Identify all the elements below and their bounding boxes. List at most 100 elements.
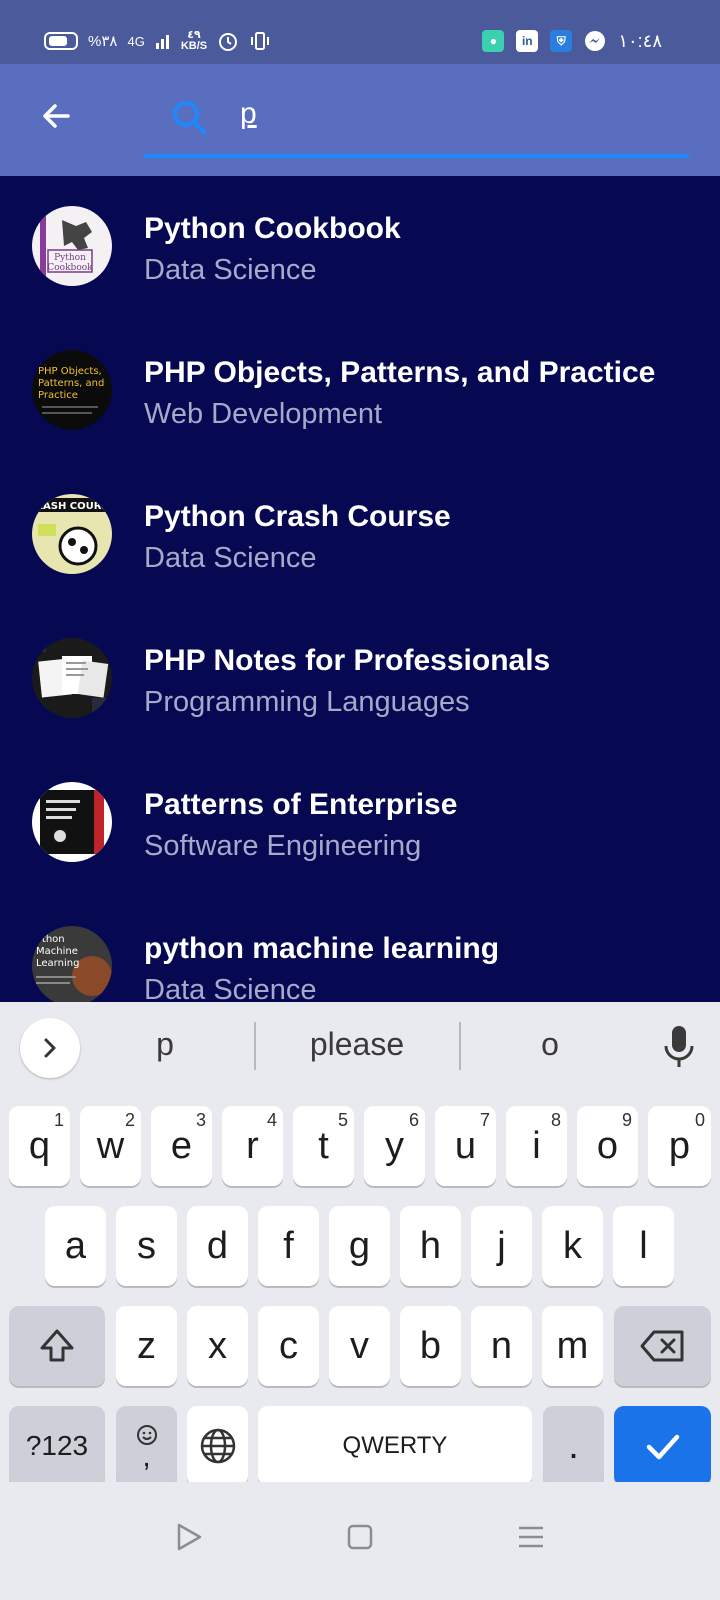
menu-icon[interactable]: [516, 1522, 546, 1552]
done-key[interactable]: [614, 1406, 711, 1486]
checkmark-icon: [646, 1434, 679, 1460]
list-item[interactable]: ython Machine Learning python machine le…: [0, 896, 720, 1002]
back-button[interactable]: [34, 94, 78, 138]
navigation-bar: [0, 1482, 720, 1600]
net-speed-unit: KB/S: [180, 40, 208, 52]
key-d[interactable]: d: [187, 1206, 248, 1286]
key-e[interactable]: e3: [151, 1106, 212, 1186]
home-square-icon[interactable]: [345, 1522, 375, 1552]
key-w[interactable]: w2: [80, 1106, 141, 1186]
key-hint: 2: [124, 1110, 135, 1130]
suggestion-3[interactable]: o: [500, 1026, 600, 1063]
key-v[interactable]: v: [329, 1306, 390, 1386]
key-char: b: [419, 1324, 442, 1367]
status-left: %٣٨ 4G ٤٩ KB/S: [44, 30, 271, 52]
key-char: l: [639, 1224, 648, 1267]
key-char: s: [137, 1224, 156, 1267]
key-l[interactable]: l: [613, 1206, 674, 1286]
space-key[interactable]: QWERTY: [258, 1406, 532, 1486]
expand-toolbar-button[interactable]: [20, 1018, 80, 1078]
key-char: t: [318, 1124, 329, 1167]
book-cover: [32, 638, 112, 718]
key-n[interactable]: n: [471, 1306, 532, 1386]
key-r[interactable]: r4: [222, 1106, 283, 1186]
battery-text: %٣٨: [88, 33, 118, 50]
symbols-key[interactable]: ?123: [9, 1406, 105, 1486]
svg-text:Python: Python: [54, 253, 86, 263]
key-hint: 3: [195, 1110, 206, 1130]
search-bar[interactable]: [144, 86, 689, 158]
key-s[interactable]: s: [116, 1206, 177, 1286]
search-input[interactable]: [240, 92, 660, 136]
key-char: c: [279, 1324, 298, 1367]
key-char: h: [419, 1224, 442, 1267]
shift-icon: [40, 1329, 74, 1362]
list-item[interactable]: Patterns of Enterprise Software Engineer…: [0, 752, 720, 896]
key-hint: 6: [408, 1110, 419, 1130]
key-hint: 8: [550, 1110, 561, 1130]
key-c[interactable]: c: [258, 1306, 319, 1386]
key-hint: 9: [621, 1110, 632, 1130]
key-char: i: [532, 1124, 541, 1167]
key-char: d: [206, 1224, 229, 1267]
linkedin-icon: in: [516, 30, 539, 52]
key-t[interactable]: t5: [293, 1106, 354, 1186]
list-item[interactable]: Python Cookbook Python Cookbook Data Sci…: [0, 176, 720, 320]
key-o[interactable]: o9: [577, 1106, 638, 1186]
key-j[interactable]: j: [471, 1206, 532, 1286]
globe-icon: [200, 1428, 235, 1464]
messenger-icon: [585, 31, 606, 51]
key-u[interactable]: u7: [435, 1106, 496, 1186]
emoji-comma-key[interactable]: ,: [116, 1406, 177, 1486]
list-item[interactable]: RASH COURS Python Crash Course Data Scie…: [0, 464, 720, 608]
key-char: y: [385, 1124, 404, 1167]
key-z[interactable]: z: [116, 1306, 177, 1386]
list-item[interactable]: PHP Objects, Patterns, and Practice PHP …: [0, 320, 720, 464]
language-key[interactable]: [187, 1406, 248, 1486]
vibrate-icon: [251, 32, 270, 50]
security-shield-icon: ⛨: [550, 30, 573, 52]
suggestion-divider: [254, 1022, 256, 1070]
backspace-icon: [640, 1330, 683, 1362]
book-cover: [32, 782, 112, 862]
item-category: Software Engineering: [144, 830, 422, 862]
period-key[interactable]: .: [543, 1406, 604, 1486]
key-f[interactable]: f: [258, 1206, 319, 1286]
results-list[interactable]: Python Cookbook Python Cookbook Data Sci…: [0, 176, 720, 1002]
key-y[interactable]: y6: [364, 1106, 425, 1186]
key-q[interactable]: q1: [9, 1106, 70, 1186]
key-char: z: [137, 1324, 156, 1367]
suggestion-1[interactable]: p: [120, 1026, 210, 1063]
suggestion-2[interactable]: please: [270, 1026, 444, 1063]
svg-text:Cookbook: Cookbook: [47, 263, 93, 273]
item-title: Python Crash Course: [144, 500, 451, 533]
key-p[interactable]: p0: [648, 1106, 711, 1186]
key-h[interactable]: h: [400, 1206, 461, 1286]
item-category: Web Development: [144, 398, 383, 430]
key-m[interactable]: m: [542, 1306, 603, 1386]
search-icon: [173, 101, 207, 135]
key-g[interactable]: g: [329, 1206, 390, 1286]
alarm-icon: [219, 33, 238, 51]
key-char: m: [556, 1324, 589, 1367]
key-i[interactable]: i8: [506, 1106, 567, 1186]
item-title: python machine learning: [144, 932, 500, 965]
svg-text:Machine: Machine: [36, 946, 78, 957]
svg-text:Learning: Learning: [36, 958, 79, 969]
backspace-key[interactable]: [614, 1306, 711, 1386]
book-cover: PHP Objects, Patterns, and Practice: [32, 350, 112, 430]
microphone-icon[interactable]: [660, 1024, 698, 1070]
shift-key[interactable]: [9, 1306, 105, 1386]
search-underline: [144, 154, 689, 158]
list-item[interactable]: PHP Notes for Professionals Programming …: [0, 608, 720, 752]
key-x[interactable]: x: [187, 1306, 248, 1386]
key-a[interactable]: a: [45, 1206, 106, 1286]
status-right: ● in ⛨ ١٠:٤٨: [482, 30, 662, 52]
key-hint: 7: [479, 1110, 490, 1130]
key-b[interactable]: b: [400, 1306, 461, 1386]
back-triangle-icon[interactable]: [174, 1522, 204, 1552]
item-title: Python Cookbook: [144, 212, 401, 245]
status-bar: %٣٨ 4G ٤٩ KB/S ● in ⛨ ١٠:٤٨: [0, 0, 720, 64]
key-k[interactable]: k: [542, 1206, 603, 1286]
book-cover: ython Machine Learning: [32, 926, 112, 1002]
